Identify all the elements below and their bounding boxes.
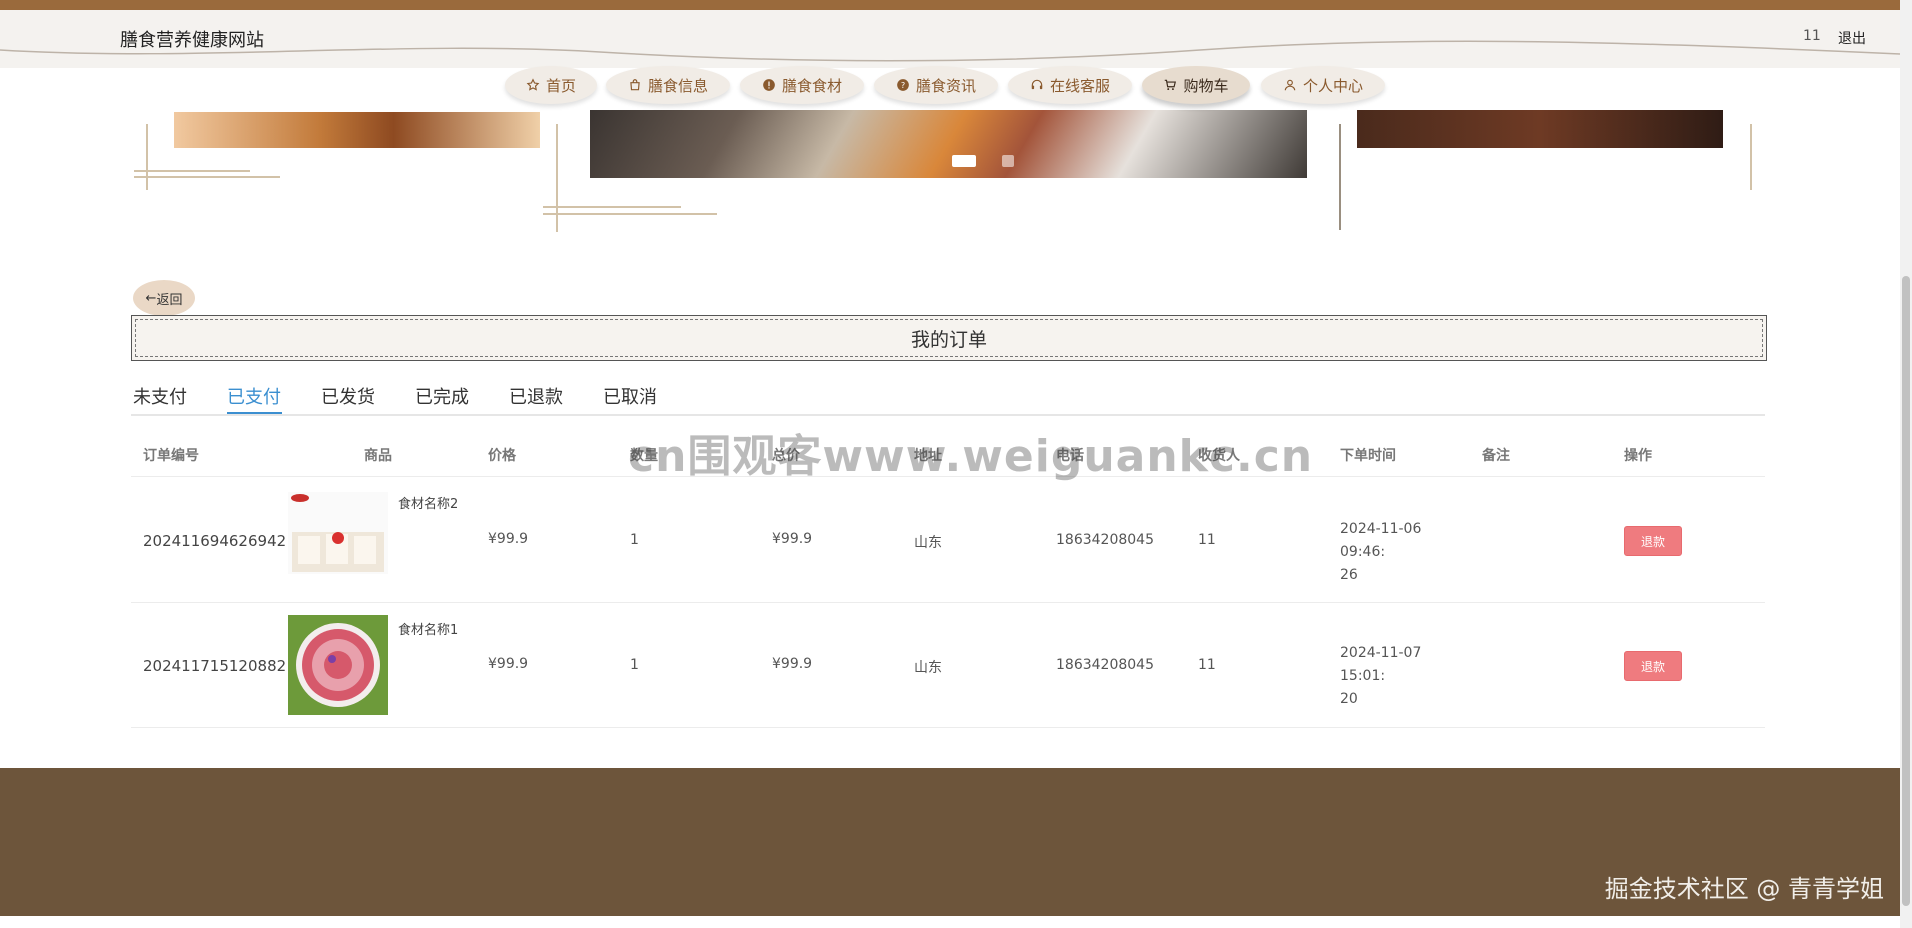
order-no: 202411715120882 <box>143 657 287 675</box>
cart-icon <box>1165 79 1177 91</box>
site-title: 膳食营养健康网站 <box>120 30 264 51</box>
order-time: 2024-11-07 15:01: 20 <box>1340 642 1470 711</box>
nav-item-home[interactable]: 首页 <box>505 66 597 104</box>
decor-line <box>146 124 148 190</box>
col-header-remark: 备注 <box>1482 448 1510 464</box>
page-title: 我的订单 <box>135 319 1763 357</box>
tab-active-indicator <box>227 412 282 414</box>
footer-watermark: 掘金技术社区 @ 青青学姐 <box>1604 875 1884 903</box>
address: 山东 <box>914 535 942 551</box>
decor-line <box>134 176 280 178</box>
alert-circle-icon <box>763 79 775 91</box>
address: 山东 <box>914 660 942 676</box>
col-header-product: 商品 <box>364 448 392 464</box>
back-button[interactable]: ← 返回 <box>133 280 195 316</box>
svg-text:?: ? <box>901 80 905 90</box>
tabs-divider <box>131 414 1765 416</box>
banner-image-right <box>1357 110 1723 148</box>
product-image[interactable] <box>288 615 388 715</box>
col-header-order-no: 订单编号 <box>143 448 199 464</box>
receiver: 11 <box>1198 532 1216 548</box>
watermark: cn围观客www.weiguankc.cn <box>628 431 1314 482</box>
col-header-price: 价格 <box>488 448 516 464</box>
nav-label: 在线客服 <box>1049 76 1110 95</box>
product-image[interactable] <box>288 492 388 574</box>
decor-line <box>134 170 250 172</box>
order-time-line: 26 <box>1340 567 1358 583</box>
nav-item-news[interactable]: ? 膳食资讯 <box>874 66 998 104</box>
decor-line <box>543 213 717 215</box>
logout-link[interactable]: 退出 <box>1838 28 1866 48</box>
nav-label: 个人中心 <box>1302 76 1363 95</box>
decor-line <box>556 124 558 232</box>
decor-line <box>543 206 681 208</box>
refund-button[interactable]: 退款 <box>1624 651 1682 681</box>
product-name[interactable]: 食材名称2 <box>398 493 458 512</box>
phone: 18634208045 <box>1056 657 1154 673</box>
back-label: 返回 <box>156 292 183 308</box>
order-time-line: 20 <box>1340 691 1358 707</box>
footer: 掘金技术社区 @ 青青学姐 <box>0 768 1900 916</box>
order-title-box: 我的订单 <box>131 315 1767 361</box>
quantity: 1 <box>630 532 639 548</box>
nav-item-profile[interactable]: 个人中心 <box>1261 66 1385 104</box>
price: ¥99.9 <box>488 656 529 672</box>
carousel-dot[interactable] <box>1002 155 1014 167</box>
tab-paid[interactable]: 已支付 <box>227 383 281 409</box>
nav-label: 膳食信息 <box>647 76 708 95</box>
banner-image-left <box>174 112 540 148</box>
tab-shipped[interactable]: 已发货 <box>321 383 375 409</box>
headset-icon <box>1031 79 1043 90</box>
price: ¥99.9 <box>488 531 529 547</box>
user-name: 11 <box>1803 28 1821 44</box>
decor-line <box>1339 124 1341 230</box>
user-icon <box>1284 79 1296 91</box>
tab-unpaid[interactable]: 未支付 <box>133 383 187 409</box>
refund-button[interactable]: 退款 <box>1624 526 1682 556</box>
decor-line <box>1750 124 1752 190</box>
row-divider <box>131 602 1765 603</box>
bag-icon <box>630 79 640 91</box>
nav-item-support[interactable]: 在线客服 <box>1008 66 1132 104</box>
nav-label: 膳食食材 <box>781 76 842 95</box>
order-no: 202411694626942 <box>143 532 287 550</box>
top-accent-bar <box>0 0 1900 10</box>
star-icon <box>526 78 540 91</box>
arrow-left-icon: ← <box>145 290 157 306</box>
order-time-line: 2024-11-07 15:01: <box>1340 645 1422 684</box>
nav-item-ingredients[interactable]: 膳食食材 <box>740 66 864 104</box>
order-time-line: 2024-11-06 09:46: <box>1340 521 1422 560</box>
nav-label: 购物车 <box>1183 76 1229 95</box>
quantity: 1 <box>630 657 639 673</box>
scrollbar-thumb[interactable] <box>1902 276 1910 906</box>
total-price: ¥99.9 <box>772 531 813 547</box>
nav-label: 首页 <box>545 76 576 95</box>
question-circle-icon: ? <box>897 79 909 91</box>
banner-image-center[interactable] <box>590 110 1307 178</box>
phone: 18634208045 <box>1056 532 1154 548</box>
tab-completed[interactable]: 已完成 <box>415 383 469 409</box>
product-name[interactable]: 食材名称1 <box>398 619 458 638</box>
nav-label: 膳食资讯 <box>915 76 976 95</box>
carousel-dot-active[interactable] <box>952 155 976 167</box>
row-divider <box>131 727 1765 728</box>
tab-refunded[interactable]: 已退款 <box>509 383 563 409</box>
tab-cancelled[interactable]: 已取消 <box>603 383 657 409</box>
col-header-action: 操作 <box>1624 448 1652 464</box>
nav-item-diet-info[interactable]: 膳食信息 <box>606 66 730 104</box>
total-price: ¥99.9 <box>772 656 813 672</box>
order-time: 2024-11-06 09:46: 26 <box>1340 518 1470 587</box>
col-header-order-time: 下单时间 <box>1340 448 1396 464</box>
receiver: 11 <box>1198 657 1216 673</box>
nav-item-cart[interactable]: 购物车 <box>1142 66 1250 104</box>
